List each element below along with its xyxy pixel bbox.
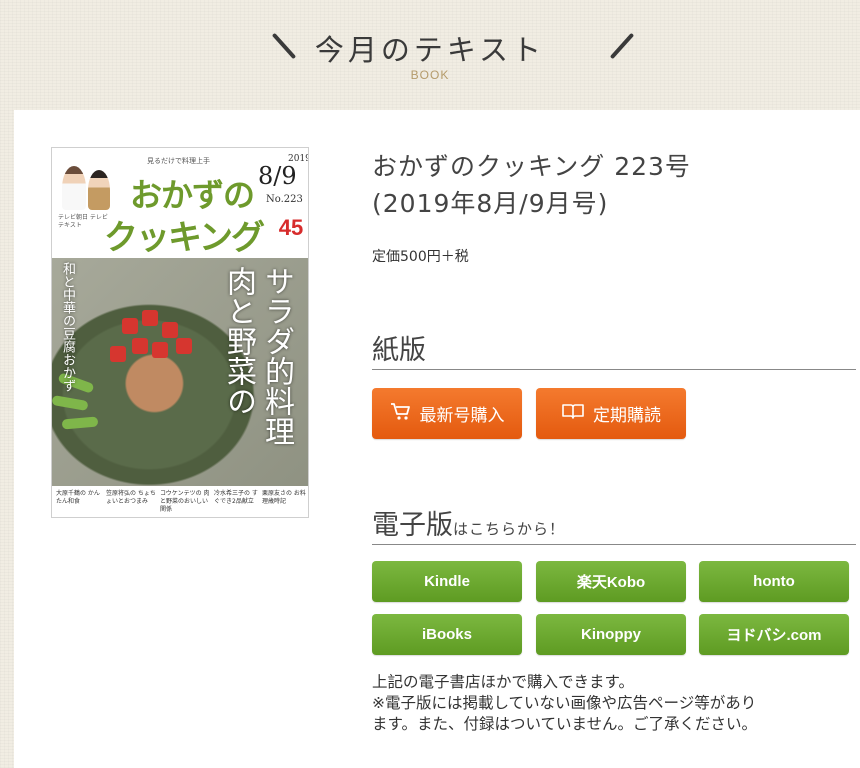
note-line: ます。また、付録はついていません。ご了承ください。	[372, 715, 758, 733]
cover-bottom-item: 栗原友さの お料理歳時記	[262, 490, 306, 505]
purchase-notes: 上記の電子書店ほかで購入できます。 ※電子版には掲載していない画像や広告ページ等…	[372, 672, 852, 735]
print-edition-heading: 紙版	[372, 328, 856, 370]
price-text: 定価500円＋税	[372, 249, 469, 265]
book-icon	[561, 402, 585, 425]
store-button-honto[interactable]: honto	[699, 561, 849, 602]
ebook-heading: 電子版はこちらから！	[372, 503, 856, 545]
subscribe-label: 定期購読	[593, 406, 661, 426]
store-button-yodobashi[interactable]: ヨドバシ.com	[699, 614, 849, 655]
book-title-line1: おかずのクッキング 223号	[372, 152, 691, 181]
page-title: 今月のテキスト	[314, 33, 546, 67]
cart-icon	[390, 401, 412, 426]
cover-issue-number: No.223	[266, 194, 303, 205]
print-edition-heading-text: 紙版	[372, 335, 426, 366]
cover-header: 見るだけで料理上手 テレビ朝日 テレビテキスト おかずの クッキング 2019 …	[52, 148, 308, 258]
page-header: 今月のテキスト BOOK	[0, 0, 860, 110]
subscribe-button[interactable]: 定期購読	[536, 388, 686, 439]
store-button-kinoppy[interactable]: Kinoppy	[536, 614, 686, 655]
cover-logo-line2: クッキング	[104, 218, 265, 258]
store-button-rakuten-kobo[interactable]: 楽天Kobo	[536, 561, 686, 602]
anniversary-badge: 45	[278, 215, 304, 240]
cover-contents-strip: 大原千鶴の かんたん和食 笠原将弘の ちょちょいとおつまみ コウケンテツの 肉と…	[52, 486, 308, 517]
cover-bottom-item: コウケンテツの 肉と野菜のおいしい関係	[160, 490, 210, 513]
note-line: ※電子版には掲載していない画像や広告ページ等があり	[372, 694, 757, 712]
store-button-kindle[interactable]: Kindle	[372, 561, 522, 602]
cover-bottom-item: 大原千鶴の かんたん和食	[56, 490, 100, 505]
note-line: 上記の電子書店ほかで購入できます。	[372, 673, 634, 691]
book-title: おかずのクッキング 223号 (2019年8月/9月号)	[372, 148, 691, 222]
ebook-heading-sub: はこちらから！	[453, 520, 566, 538]
magazine-cover-image[interactable]: 見るだけで料理上手 テレビ朝日 テレビテキスト おかずの クッキング 2019 …	[51, 147, 309, 518]
cover-tagline: 見るだけで料理上手	[147, 157, 210, 165]
cover-side-text: 和と中華の豆腐おかず	[60, 262, 75, 392]
book-title-line2: (2019年8月/9月号)	[372, 189, 609, 218]
store-button-ibooks[interactable]: iBooks	[372, 614, 522, 655]
hosts-photo	[58, 160, 114, 210]
cover-small-text: テレビ朝日 テレビテキスト	[58, 214, 108, 229]
cover-issue-date: 8/9	[258, 162, 297, 190]
page-subtitle: BOOK	[410, 68, 450, 82]
cover-headline-sub: サラダ的料理	[259, 266, 294, 446]
ebook-heading-text: 電子版	[372, 510, 453, 541]
buy-latest-issue-button[interactable]: 最新号購入	[372, 388, 522, 439]
cover-bottom-item: 冷水希三子の すぐでき2品献立	[214, 490, 258, 505]
cover-bottom-item: 笠原将弘の ちょちょいとおつまみ	[106, 490, 156, 505]
buy-latest-issue-label: 最新号購入	[419, 406, 505, 426]
cover-food-photo: 肉と野菜の サラダ的料理 和と中華の豆腐おかず	[52, 258, 308, 486]
cover-headline-main: 肉と野菜の	[221, 266, 256, 416]
